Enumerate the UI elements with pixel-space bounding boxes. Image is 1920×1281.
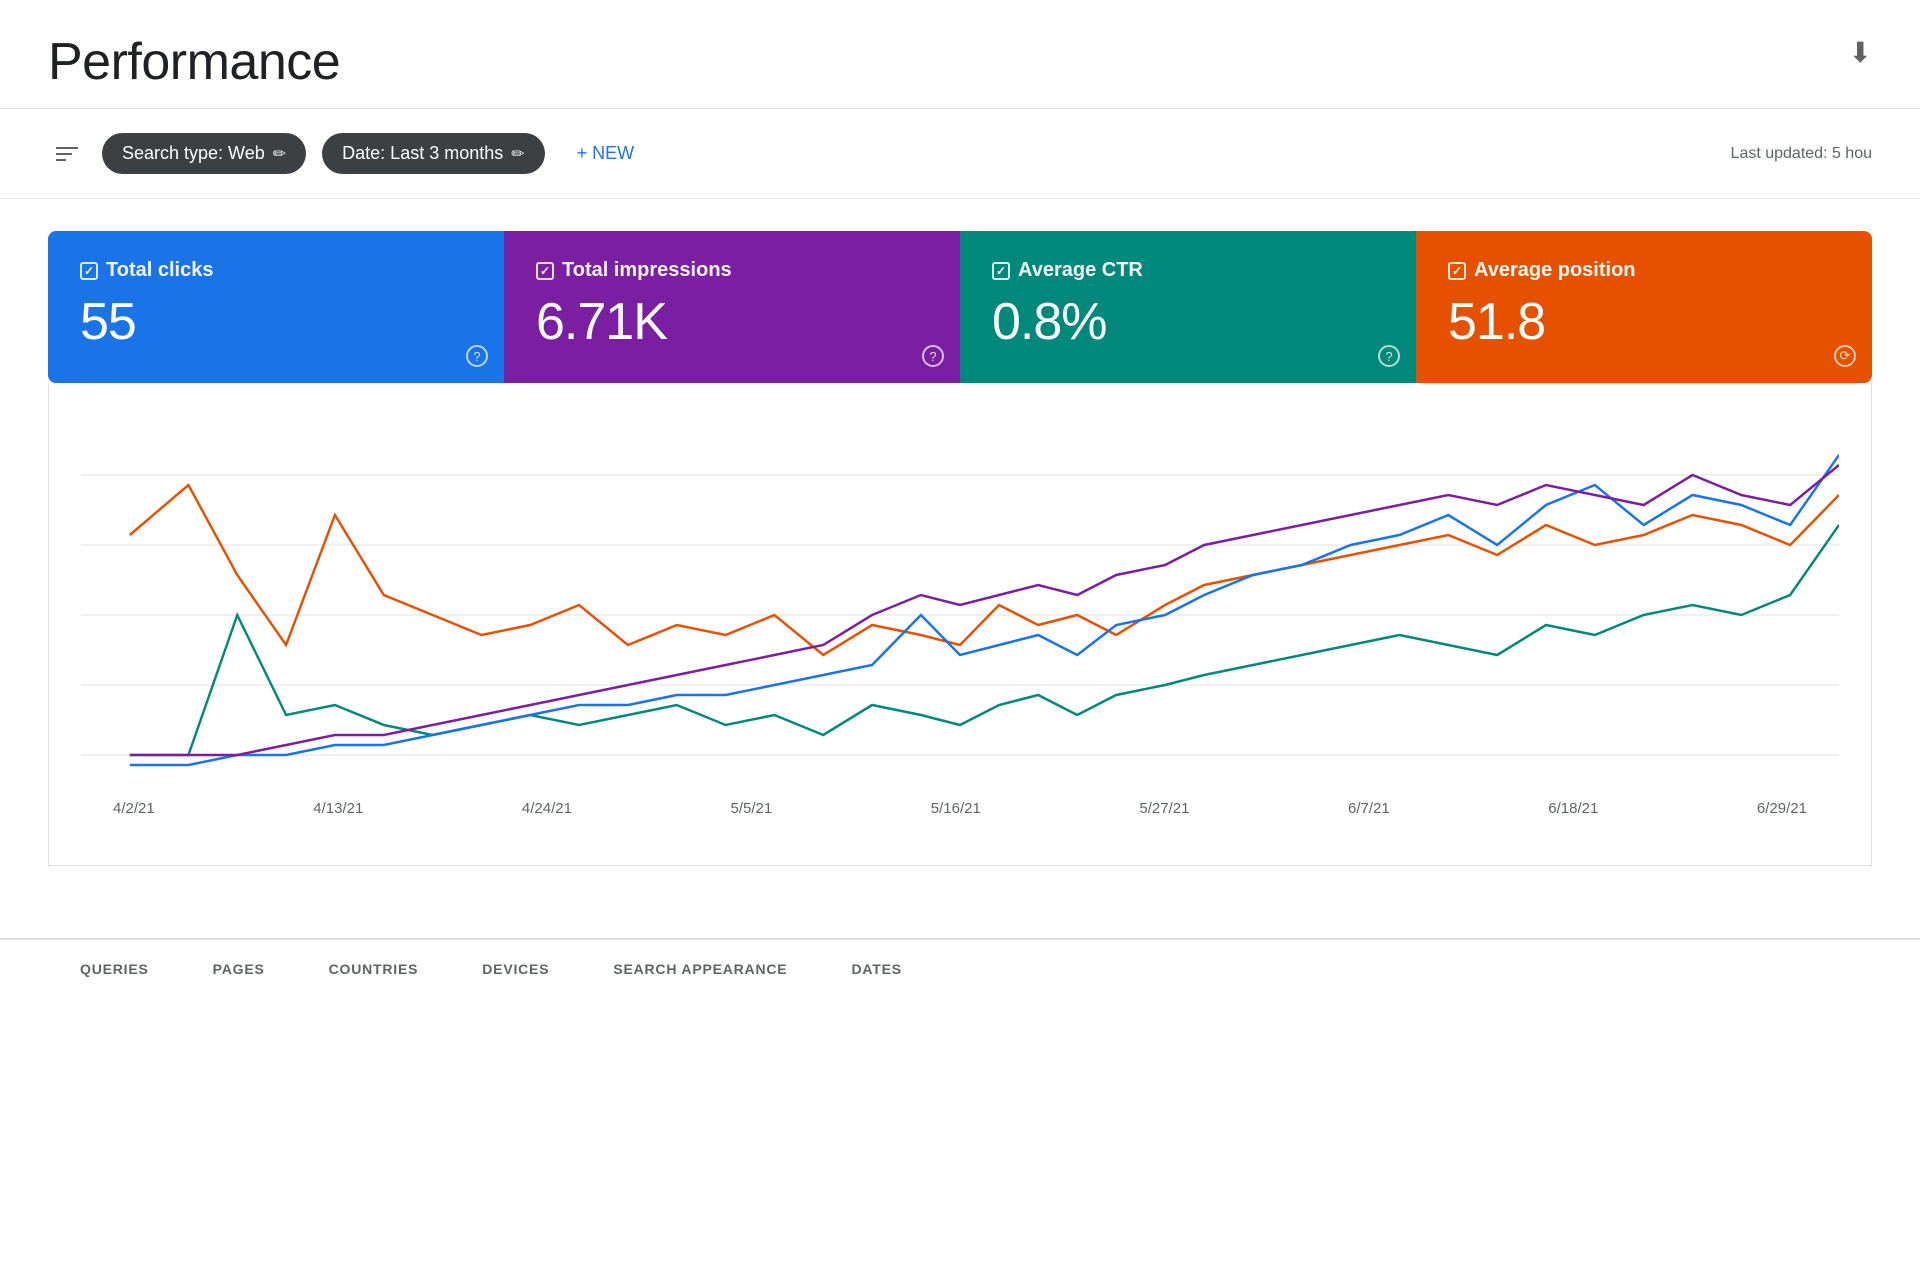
date-range-label: Date: Last 3 months (342, 143, 503, 164)
search-type-edit-icon: ✏ (273, 144, 286, 164)
search-type-chip[interactable]: Search type: Web ✏ (102, 133, 306, 174)
date-label-0: 4/2/21 (113, 800, 155, 817)
page-header: Performance ⬇ (0, 0, 1920, 109)
impressions-info-icon[interactable]: ? (922, 345, 944, 367)
ctr-info-icon[interactable]: ? (1378, 345, 1400, 367)
new-filter-button[interactable]: + NEW (561, 133, 651, 174)
clicks-info-icon[interactable]: ? (466, 345, 488, 367)
date-range-edit-icon: ✏ (511, 144, 524, 164)
main-content: ✓ Total clicks 55 ? ✓ Total impressions … (0, 199, 1920, 898)
position-value: 51.8 (1448, 294, 1840, 351)
tab-devices[interactable]: DEVICES (450, 938, 581, 997)
date-label-8: 6/29/21 (1757, 800, 1807, 817)
ctr-label: ✓ Average CTR (992, 259, 1384, 282)
date-label-3: 5/5/21 (731, 800, 773, 817)
date-label-5: 5/27/21 (1139, 800, 1189, 817)
impressions-checkbox[interactable]: ✓ (536, 262, 554, 280)
filter-bar: Search type: Web ✏ Date: Last 3 months ✏… (0, 109, 1920, 199)
date-label-4: 5/16/21 (931, 800, 981, 817)
metrics-row: ✓ Total clicks 55 ? ✓ Total impressions … (48, 231, 1872, 383)
chart-container: 4/2/21 4/13/21 4/24/21 5/5/21 5/16/21 5/… (48, 383, 1872, 866)
download-button[interactable]: ⬇ (1849, 36, 1872, 69)
performance-chart (81, 415, 1839, 795)
tab-countries[interactable]: COUNTRIES (297, 938, 451, 997)
position-info-icon[interactable]: ⟳ (1834, 345, 1856, 367)
impressions-value: 6.71K (536, 294, 928, 351)
tab-queries[interactable]: QUERIES (48, 938, 181, 997)
metric-clicks[interactable]: ✓ Total clicks 55 ? (48, 231, 504, 383)
filter-icon[interactable] (48, 139, 86, 169)
metric-impressions[interactable]: ✓ Total impressions 6.71K ? (504, 231, 960, 383)
ctr-value: 0.8% (992, 294, 1384, 351)
date-label-6: 6/7/21 (1348, 800, 1390, 817)
date-range-chip[interactable]: Date: Last 3 months ✏ (322, 133, 545, 174)
date-label-2: 4/24/21 (522, 800, 572, 817)
new-filter-label: + NEW (577, 143, 635, 164)
search-type-label: Search type: Web (122, 143, 265, 164)
clicks-value: 55 (80, 294, 472, 351)
tabs-row: QUERIES PAGES COUNTRIES DEVICES SEARCH A… (0, 938, 1920, 997)
impressions-label: ✓ Total impressions (536, 259, 928, 282)
position-checkbox[interactable]: ✓ (1448, 262, 1466, 280)
metric-position[interactable]: ✓ Average position 51.8 ⟳ (1416, 231, 1872, 383)
date-label-7: 6/18/21 (1548, 800, 1598, 817)
tab-search-appearance[interactable]: SEARCH APPEARANCE (581, 938, 819, 997)
date-label-1: 4/13/21 (313, 800, 363, 817)
metric-ctr[interactable]: ✓ Average CTR 0.8% ? (960, 231, 1416, 383)
ctr-checkbox[interactable]: ✓ (992, 262, 1010, 280)
page-wrapper: Performance ⬇ Search type: Web ✏ Date: L… (0, 0, 1920, 1281)
clicks-checkbox[interactable]: ✓ (80, 262, 98, 280)
clicks-label: ✓ Total clicks (80, 259, 472, 282)
position-label: ✓ Average position (1448, 259, 1840, 282)
tab-pages[interactable]: PAGES (181, 938, 297, 997)
last-updated-text: Last updated: 5 hou (1731, 145, 1872, 163)
page-title: Performance (48, 32, 1872, 92)
tab-dates[interactable]: DATES (819, 938, 933, 997)
chart-date-labels: 4/2/21 4/13/21 4/24/21 5/5/21 5/16/21 5/… (81, 800, 1839, 817)
